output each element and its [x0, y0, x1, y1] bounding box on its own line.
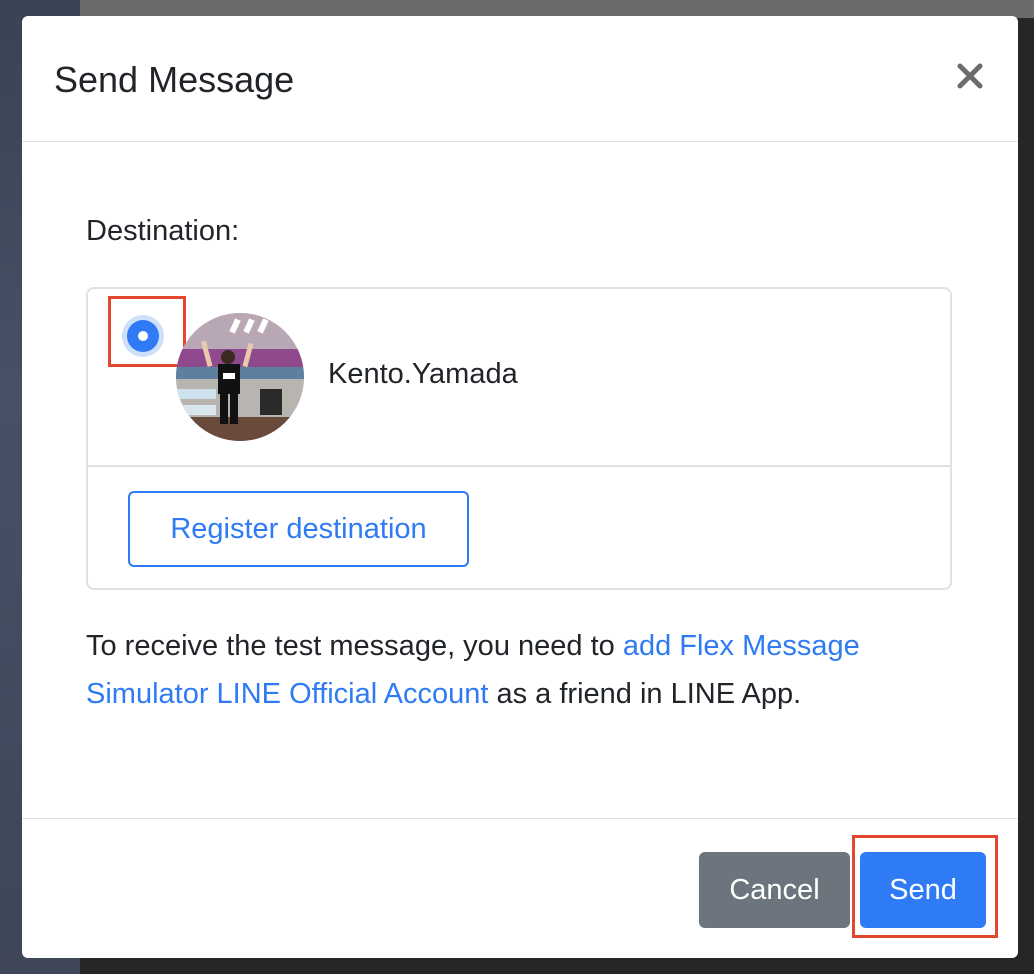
modal-header: Send Message: [22, 16, 1018, 142]
modal-title: Send Message: [54, 59, 295, 100]
notice-suffix: as a friend in LINE App.: [488, 678, 802, 710]
close-icon: [957, 63, 983, 89]
send-message-modal: Send Message Destination: Kento.Yamada R…: [22, 16, 1018, 958]
list-divider: [88, 465, 950, 467]
notice-prefix: To receive the test message, you need to: [86, 630, 623, 662]
destination-radio[interactable]: [122, 315, 164, 357]
destination-label: Destination:: [86, 215, 240, 247]
user-avatar: [176, 313, 304, 441]
modal-body: Destination: Kento.Yamada Register desti…: [22, 142, 1018, 818]
avatar-photo: [176, 313, 304, 441]
modal-footer: Cancel Send: [22, 818, 1018, 958]
cancel-button[interactable]: Cancel: [699, 852, 850, 928]
destination-name: Kento.Yamada: [328, 358, 518, 390]
notice-text: To receive the test message, you need to…: [86, 622, 966, 718]
destination-list: Kento.Yamada Register destination: [86, 287, 952, 590]
register-destination-button[interactable]: Register destination: [128, 491, 469, 567]
destination-item[interactable]: Kento.Yamada: [88, 289, 950, 465]
close-button[interactable]: [954, 58, 986, 94]
send-button[interactable]: Send: [860, 852, 986, 928]
